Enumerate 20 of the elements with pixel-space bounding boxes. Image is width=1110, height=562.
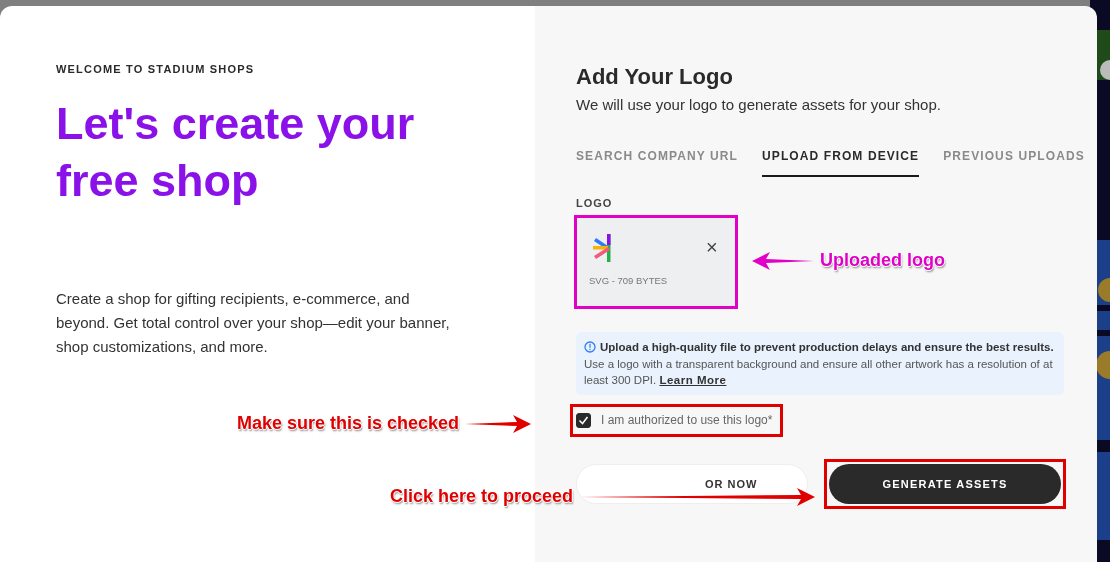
tab[interactable]: UPLOAD FROM DEVICE — [762, 143, 920, 177]
skip-button[interactable]: OR NOW — [576, 463, 808, 504]
field-label: LOGO — [576, 197, 614, 209]
checkbox-label: I am authorized to use this logo* — [601, 413, 773, 427]
file-info: SVG - 709 BYTES — [589, 275, 668, 286]
logo-icon — [593, 234, 613, 262]
description-text: Create a shop for gifting recipients, e-commerce, and beyond. Get total control over your shop—edit your banner, shop customizations, and more. — [56, 289, 451, 357]
callout-text: Click here to proceed — [390, 486, 574, 507]
callout-text: Uploaded logo — [820, 250, 945, 271]
generate-button[interactable]: GENERATE ASSETS — [829, 463, 1061, 504]
checkbox[interactable] — [576, 412, 591, 428]
page-heading: Let's create your free shop — [56, 97, 416, 208]
panel-subtitle: We will use your logo to generate assets for your shop. — [576, 96, 942, 113]
eyebrow-text: WELCOME TO STADIUM SHOPS — [56, 63, 256, 75]
panel-title: Add Your Logo — [576, 64, 734, 90]
close-button[interactable]: × — [706, 237, 718, 257]
notice-text: Upload a high-quality file to prevent production delays and ensure the best results. Use a logo with a transparent background and ensure all other artwork has a resolution of at least 300 DPI. Learn More — [576, 332, 1064, 395]
callout-text: Make sure this is checked — [237, 413, 460, 434]
learn-more-link[interactable]: Learn More — [659, 374, 727, 386]
info-icon — [584, 341, 596, 353]
